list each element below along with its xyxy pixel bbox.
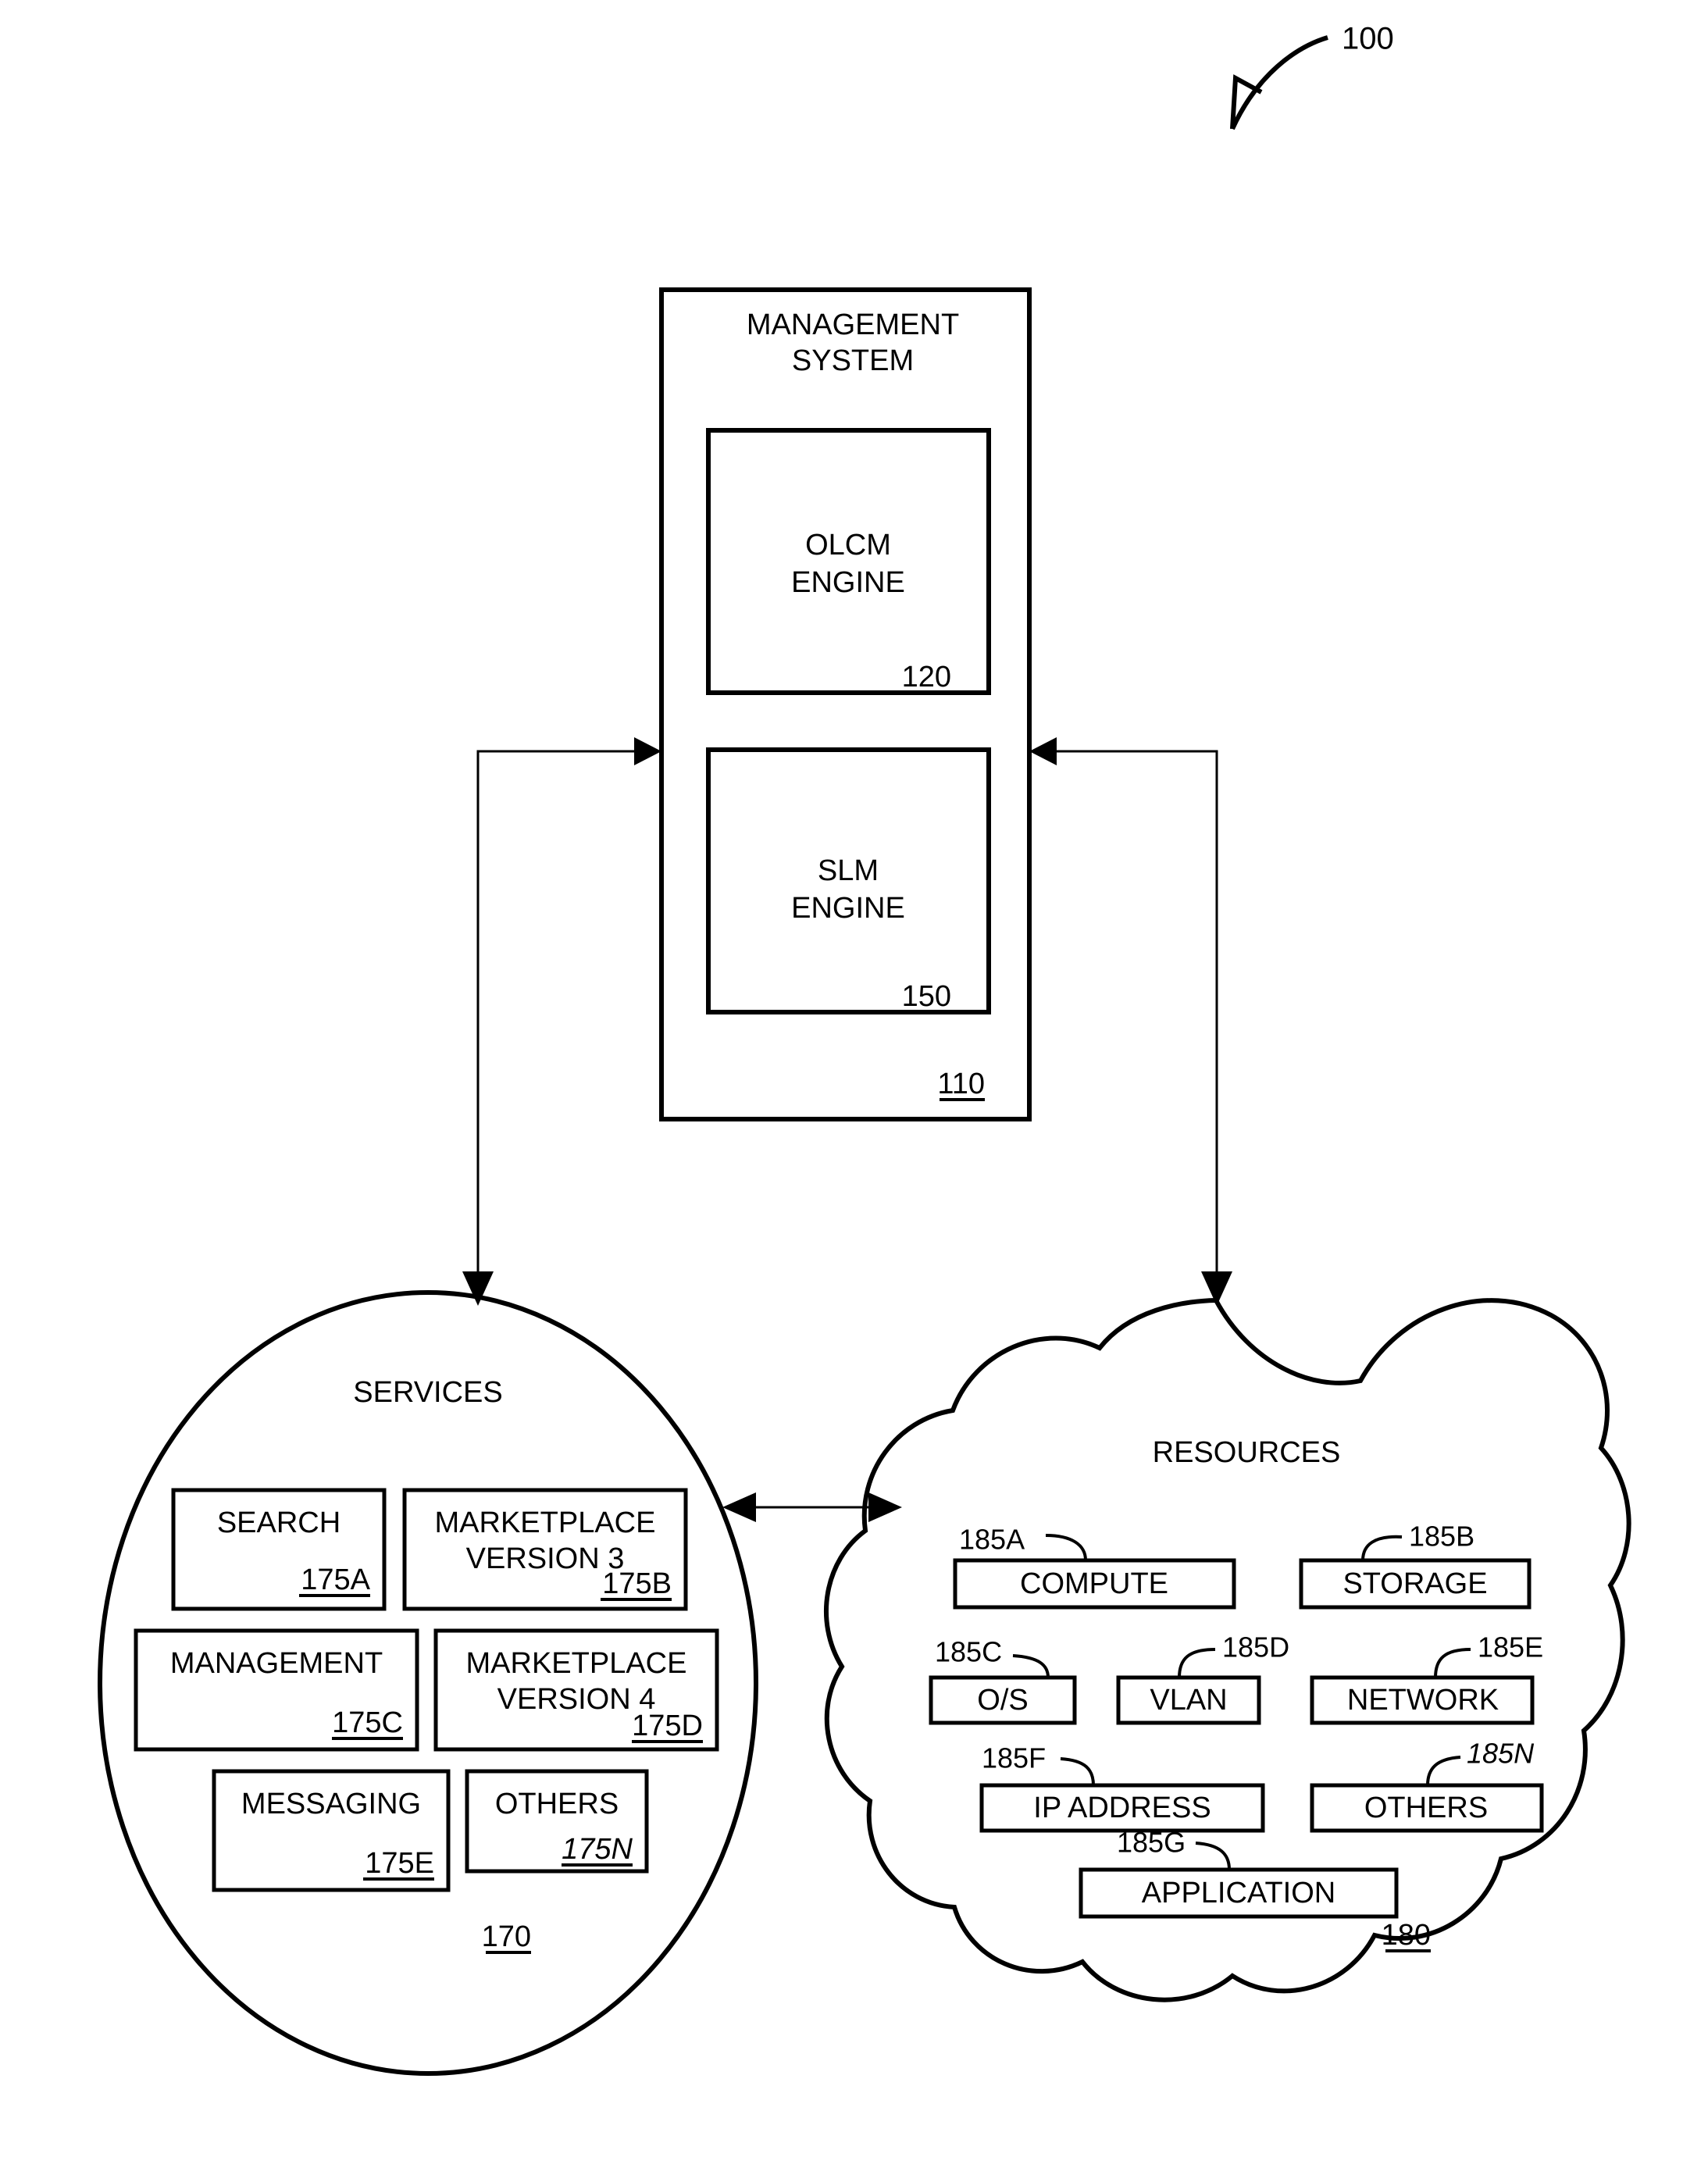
resource-network-label: NETWORK [1347, 1684, 1499, 1717]
services-ref: 170 [482, 1920, 531, 1953]
slm-engine-label-line1: SLM [818, 854, 879, 887]
patent-figure: 100 MANAGEMENT SYSTEM OLCM ENGINE 120 SL… [0, 0, 1708, 2175]
service-others-label: OTHERS [495, 1788, 619, 1820]
resource-ip-address-label: IP ADDRESS [1033, 1792, 1211, 1824]
service-messaging-label: MESSAGING [241, 1788, 421, 1820]
resources-to-management-arrowhead [1029, 737, 1057, 765]
resource-compute-label: COMPUTE [1020, 1567, 1168, 1600]
service-marketplace-v4-ref: 175D [632, 1710, 703, 1742]
resource-others-leader [1426, 1756, 1461, 1786]
resource-os-label: O/S [977, 1684, 1028, 1717]
olcm-engine-label-line1: OLCM [805, 529, 891, 562]
resource-storage-label: STORAGE [1343, 1567, 1487, 1600]
resources-ref: 180 [1382, 1919, 1431, 1952]
arrow-management-to-resources [1201, 751, 1232, 1306]
services-ellipse [98, 1290, 758, 2076]
arrow-resources-to-management [1029, 737, 1218, 1289]
management-system-title-line2: SYSTEM [792, 344, 914, 377]
management-system-group: MANAGEMENT SYSTEM OLCM ENGINE 120 SLM EN… [659, 287, 1032, 1121]
resource-vlan-ref: 185D [1222, 1631, 1289, 1663]
resource-vlan-label: VLAN [1150, 1684, 1227, 1717]
slm-engine-ref: 150 [902, 980, 951, 1013]
arrow-services-resources [722, 1492, 902, 1522]
resource-application-label: APPLICATION [1142, 1877, 1335, 1909]
resource-network-ref: 185E [1478, 1631, 1543, 1663]
service-others-ref: 175N [562, 1833, 633, 1866]
figure-number-label: 100 [1342, 22, 1394, 56]
services-to-management-arrowhead [634, 737, 661, 765]
resource-os-leader [1012, 1654, 1050, 1678]
resource-application-ref: 185G [1117, 1827, 1186, 1859]
resource-others-label: OTHERS [1364, 1792, 1488, 1824]
management-system-title-line1: MANAGEMENT [747, 308, 959, 341]
resource-network-leader [1434, 1648, 1471, 1678]
resource-vlan-leader [1178, 1648, 1216, 1678]
service-marketplace-v3-ref: 175B [602, 1567, 672, 1600]
arrow-services-to-management [476, 737, 661, 1289]
services-to-management-path [476, 750, 647, 1289]
resource-compute-leader [1045, 1534, 1087, 1561]
olcm-engine-ref: 120 [902, 661, 951, 694]
management-system-ref: 110 [937, 1068, 985, 1100]
resource-application-leader [1195, 1842, 1231, 1870]
resources-title: RESOURCES [1153, 1436, 1341, 1469]
resources-group: RESOURCES 185A COMPUTE 185B STORAGE 185C… [824, 1297, 1631, 2002]
services-resources-arrowhead-right [868, 1492, 902, 1522]
resource-ip-address-ref: 185F [982, 1742, 1046, 1774]
resource-compute-ref: 185A [959, 1524, 1025, 1556]
services-title: SERVICES [353, 1376, 502, 1409]
service-marketplace-v4-label-line1: MARKETPLACE [466, 1647, 687, 1680]
service-marketplace-v3-label-line2: VERSION 3 [466, 1542, 625, 1575]
service-management-label: MANAGEMENT [170, 1647, 383, 1680]
resource-ip-address-leader [1060, 1757, 1095, 1786]
slm-engine-label-line2: ENGINE [791, 892, 905, 925]
service-search-ref: 175A [301, 1564, 370, 1596]
management-system-box [659, 287, 1032, 1121]
resource-storage-leader [1361, 1535, 1403, 1561]
service-search-label: SEARCH [217, 1506, 341, 1539]
resources-to-management-path [1044, 750, 1218, 1289]
resource-os-ref: 185C [935, 1636, 1002, 1668]
resource-others-ref: 185N [1467, 1738, 1535, 1770]
service-marketplace-v3-label-line1: MARKETPLACE [435, 1506, 656, 1539]
service-messaging-ref: 175E [365, 1847, 434, 1880]
figure-canvas: 100 MANAGEMENT SYSTEM OLCM ENGINE 120 SL… [98, 22, 1631, 2076]
service-management-ref: 175C [332, 1706, 403, 1739]
resource-storage-ref: 185B [1409, 1521, 1474, 1553]
services-group: SERVICES SEARCH 175A MARKETPLACE VERSION… [98, 1290, 758, 2076]
figure-number-group: 100 [1229, 22, 1394, 1227]
olcm-engine-label-line2: ENGINE [791, 566, 905, 599]
arrow-management-to-services [462, 751, 494, 1306]
